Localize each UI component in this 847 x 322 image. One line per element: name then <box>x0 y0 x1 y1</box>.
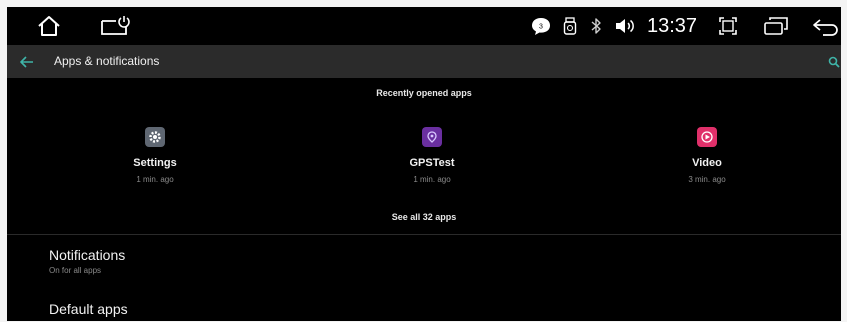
app-last-used: 1 min. ago <box>136 175 174 184</box>
recent-app-video[interactable]: Video 3 min. ago <box>607 124 807 190</box>
recent-apps-icon[interactable] <box>762 7 790 45</box>
status-bar: 3 13:37 <box>7 7 841 45</box>
video-app-icon <box>697 127 717 147</box>
android-screen: 3 13:37 Apps & notifications Recently op… <box>7 7 841 321</box>
gpstest-app-icon <box>422 127 442 147</box>
see-all-apps-button[interactable]: See all 32 apps <box>7 212 841 222</box>
pref-title: Notifications <box>49 247 126 263</box>
bluetooth-icon <box>589 7 603 45</box>
notification-count: 3 <box>539 24 543 31</box>
app-last-used: 1 min. ago <box>413 175 451 184</box>
back-icon[interactable] <box>810 7 840 45</box>
page-title: Apps & notifications <box>54 54 160 68</box>
settings-app-icon <box>145 127 165 147</box>
app-last-used: 3 min. ago <box>688 175 726 184</box>
pref-notifications[interactable]: Notifications On for all apps <box>49 247 125 275</box>
clock: 13:37 <box>647 15 698 37</box>
recent-apps-header: Recently opened apps <box>376 88 472 98</box>
pref-title: Default apps <box>49 301 128 317</box>
divider <box>7 234 841 235</box>
app-name: GPSTest <box>409 157 455 169</box>
sim-card-icon <box>562 7 578 45</box>
home-icon[interactable] <box>35 7 63 45</box>
chat-notification-icon: 3 <box>530 7 552 45</box>
app-name: Settings <box>133 157 177 169</box>
recent-app-settings[interactable]: Settings 1 min. ago <box>55 124 255 190</box>
app-bar: Apps & notifications <box>7 45 841 78</box>
arrow-left-icon <box>20 55 33 68</box>
recent-app-gpstest[interactable]: GPSTest 1 min. ago <box>332 124 532 190</box>
power-window-icon[interactable] <box>99 7 133 45</box>
pref-summary: On for all apps <box>49 266 102 275</box>
pref-default-apps[interactable]: Default apps <box>49 301 128 317</box>
screenshot-icon[interactable] <box>717 7 739 45</box>
app-name: Video <box>692 157 722 169</box>
volume-icon <box>613 7 635 45</box>
search-button[interactable] <box>827 45 841 78</box>
navigate-back-button[interactable] <box>15 45 39 78</box>
search-icon <box>828 56 840 68</box>
